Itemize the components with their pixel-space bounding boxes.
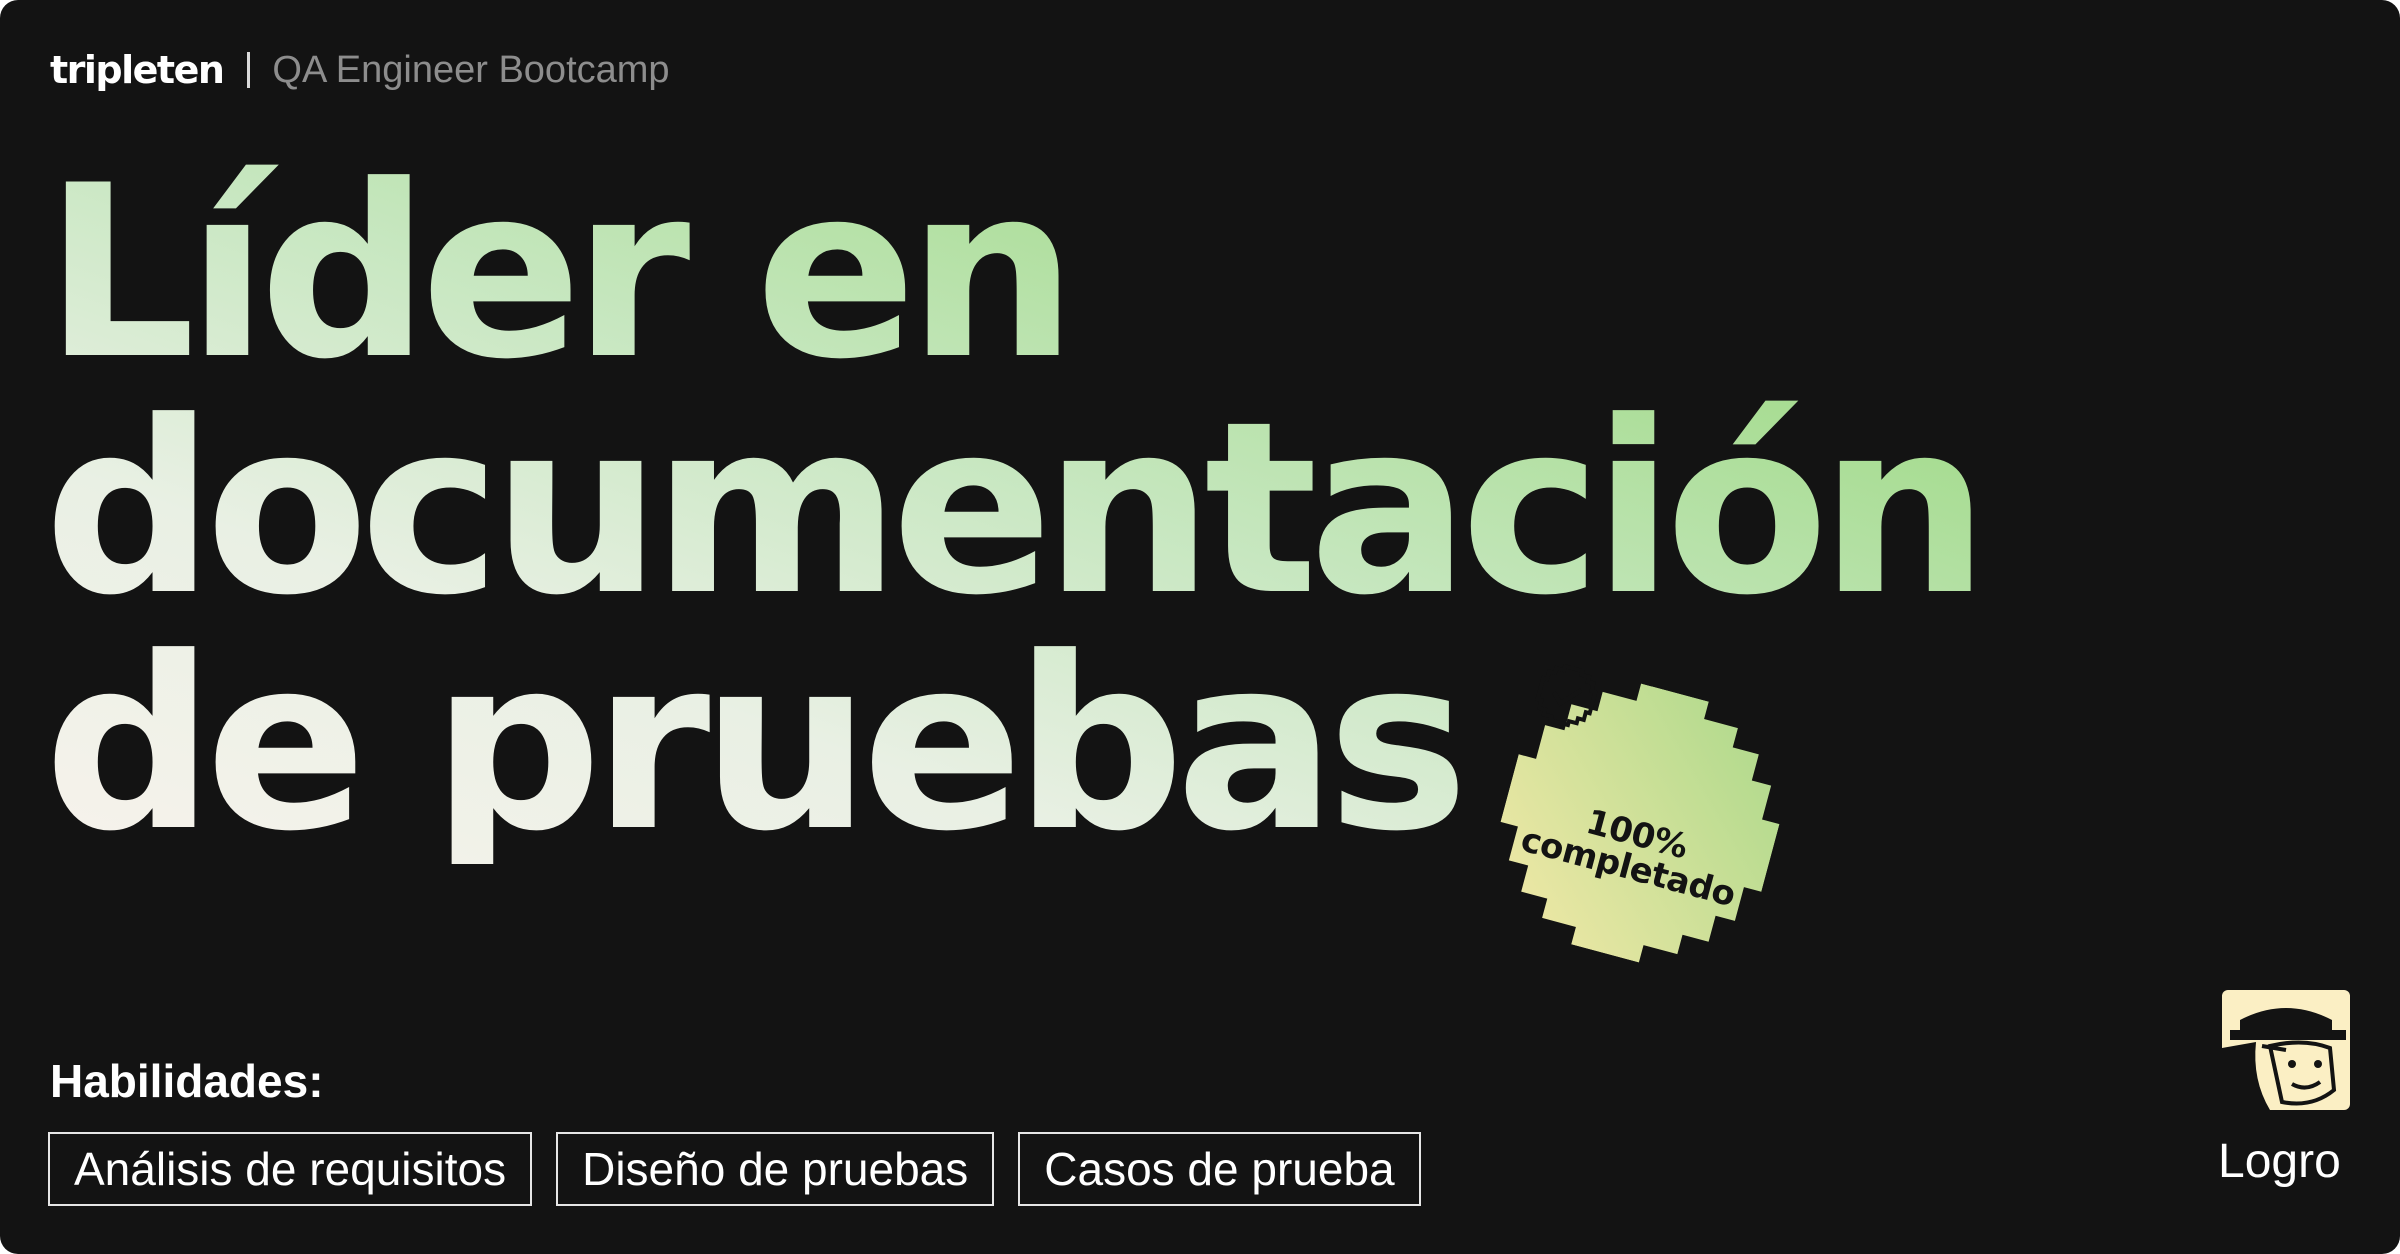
certificate-card: tripleten QA Engineer Bootcamp Líder en … bbox=[0, 0, 2400, 1254]
skills-heading: Habilidades: bbox=[50, 1055, 324, 1107]
title-line-2: documentación bbox=[44, 371, 1981, 648]
skill-chip: Análisis de requisitos bbox=[48, 1132, 533, 1206]
achievement-label: Logro bbox=[2218, 1135, 2341, 1188]
course-name: QA Engineer Bootcamp bbox=[272, 48, 670, 91]
brand-header: tripleten QA Engineer Bootcamp bbox=[50, 40, 670, 100]
title-line-1: Líder en bbox=[44, 135, 1069, 412]
skills-list: Análisis de requisitos Diseño de pruebas… bbox=[48, 1132, 1421, 1206]
brand-divider bbox=[247, 52, 251, 88]
detective-avatar-icon bbox=[2222, 990, 2350, 1110]
tripleten-logo: tripleten bbox=[50, 48, 225, 92]
skill-chip: Diseño de pruebas bbox=[556, 1132, 995, 1206]
skill-chip: Casos de prueba bbox=[1018, 1132, 1421, 1206]
